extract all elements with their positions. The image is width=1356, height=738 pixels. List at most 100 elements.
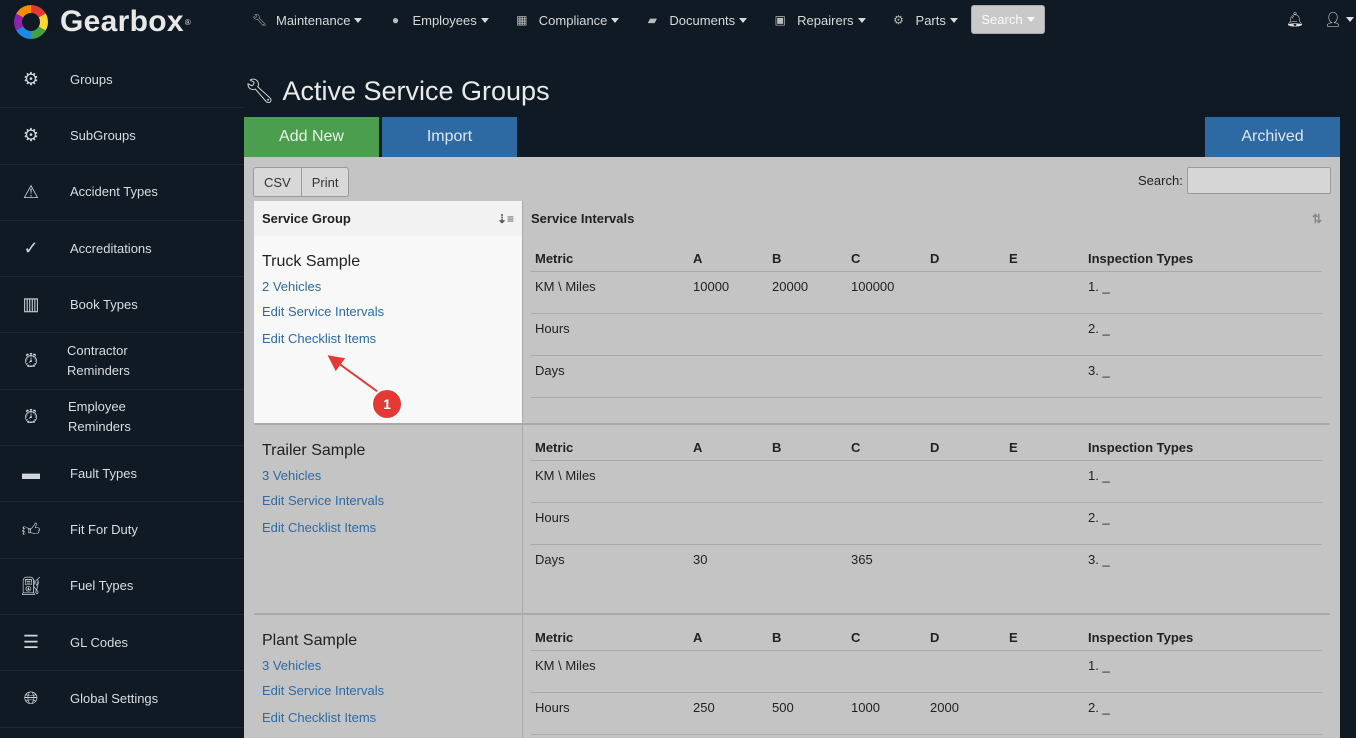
car-battery-icon: ▬ bbox=[22, 463, 40, 484]
inspection-type-cell: 2. _ bbox=[1088, 700, 1110, 715]
sidebar-item-global-settings[interactable]: 🌐︎ Global Settings bbox=[0, 671, 244, 728]
service-intervals-cell: Metric A B C D E Inspection Types KM \ M… bbox=[523, 425, 1330, 613]
nav-documents[interactable]: ▰ Documents bbox=[645, 13, 748, 28]
import-button[interactable]: Import bbox=[382, 117, 517, 157]
nav-parts[interactable]: ⚙︎ Parts bbox=[892, 13, 958, 28]
export-button-group: CSV Print bbox=[253, 167, 350, 197]
vehicles-link[interactable]: 3 Vehicles bbox=[262, 656, 514, 676]
vehicles-link[interactable]: 2 Vehicles bbox=[262, 277, 514, 297]
metric-cell: KM \ Miles bbox=[535, 279, 596, 294]
add-new-button[interactable]: Add New bbox=[244, 117, 379, 157]
edit-service-intervals-link[interactable]: Edit Service Intervals bbox=[262, 491, 514, 511]
sidebar-item-label: Contractor Reminders bbox=[67, 343, 130, 379]
vehicles-link[interactable]: 3 Vehicles bbox=[262, 466, 514, 486]
global-search-button[interactable]: Search bbox=[971, 5, 1045, 34]
interval-row: Hours 250 500 1000 2000 2. _ bbox=[531, 693, 1322, 735]
gearbox-logo-mark bbox=[14, 5, 48, 39]
nav-employees-label: Employees bbox=[412, 12, 477, 28]
sidebar-item-label: GL Codes bbox=[70, 634, 129, 650]
metric-cell: Days bbox=[535, 363, 565, 378]
d-header: D bbox=[930, 440, 940, 455]
table-row: Truck Sample 2 Vehicles Edit Service Int… bbox=[254, 236, 1330, 425]
user-icon: 👤︎ bbox=[1324, 11, 1342, 27]
metric-cell: KM \ Miles bbox=[535, 658, 596, 673]
gearbox-logo[interactable]: Gearbox ® bbox=[14, 5, 191, 39]
sidebar-item-book-types[interactable]: ▥ Book Types bbox=[0, 277, 244, 334]
list-alt-icon: ☰ bbox=[22, 632, 40, 653]
thumbs-up-icon: 👍︎ bbox=[21, 520, 41, 541]
edit-checklist-items-link[interactable]: Edit Checklist Items bbox=[262, 708, 514, 728]
interval-row: KM \ Miles 1. _ bbox=[531, 461, 1322, 503]
table-search-input[interactable] bbox=[1187, 167, 1331, 194]
service-group-name: Truck Sample bbox=[262, 253, 361, 270]
interval-row: Hours 2. _ bbox=[531, 314, 1322, 356]
inspection-type-cell: 2. _ bbox=[1088, 510, 1110, 525]
sidebar-item-subgroups[interactable]: ⚙︎ SubGroups bbox=[0, 108, 244, 165]
metric-cell: Days bbox=[535, 552, 565, 567]
edit-checklist-items-link[interactable]: Edit Checklist Items bbox=[262, 518, 514, 538]
user-circle-icon: ● bbox=[391, 13, 400, 27]
a-cell: 30 bbox=[693, 552, 708, 567]
service-intervals-cell: Metric A B C D E Inspection Types KM \ M… bbox=[523, 236, 1330, 423]
page-title: 🔧︎ Active Service Groups bbox=[244, 76, 550, 107]
print-button[interactable]: Print bbox=[300, 168, 349, 196]
sidebar-item-groups[interactable]: ⚙︎ Groups bbox=[0, 52, 244, 109]
sidebar-item-label: SubGroups bbox=[70, 127, 136, 143]
b-cell: 500 bbox=[772, 700, 794, 715]
warning-icon: ⚠︎ bbox=[22, 181, 40, 202]
c-cell: 365 bbox=[851, 552, 873, 567]
service-groups-table: Service Group ⇣≡ Service Intervals ⇅ Tru… bbox=[254, 201, 1330, 738]
edit-service-intervals-link[interactable]: Edit Service Intervals bbox=[262, 681, 514, 701]
sidebar-item-fuel-types[interactable]: ⛽︎ Fuel Types bbox=[0, 559, 244, 615]
c-header: C bbox=[851, 251, 861, 266]
csv-button[interactable]: CSV bbox=[254, 168, 301, 196]
interval-row: Days 30 365 3. _ bbox=[531, 545, 1322, 587]
metric-cell: KM \ Miles bbox=[535, 468, 596, 483]
a-header: A bbox=[693, 440, 703, 455]
gear-icon: ⚙︎ bbox=[893, 13, 904, 27]
inspection-types-header: Inspection Types bbox=[1088, 630, 1194, 645]
sidebar-item-employee-reminders[interactable]: ⏰︎ Employee Reminders bbox=[0, 390, 244, 447]
sidebar-item-label: Fault Types bbox=[70, 465, 137, 481]
sidebar-item-label: Accreditations bbox=[70, 240, 152, 256]
d-header: D bbox=[930, 630, 940, 645]
nav-employees[interactable]: ● Employees bbox=[388, 12, 489, 28]
top-navbar: Gearbox ® 🔧︎ Maintenance ● Employees ▦ C… bbox=[0, 0, 1356, 44]
address-book-icon: ▣ bbox=[774, 13, 786, 27]
sidebar-item-label: Book Types bbox=[70, 296, 138, 312]
nav-repairers[interactable]: ▣ Repairers bbox=[773, 12, 866, 28]
nav-maintenance-label: Maintenance bbox=[276, 12, 351, 28]
caret-down-icon bbox=[949, 17, 958, 23]
user-menu[interactable]: 👤︎ bbox=[1324, 11, 1354, 28]
e-header: E bbox=[1009, 630, 1018, 645]
caret-down-icon bbox=[354, 17, 363, 23]
c-cell: 100000 bbox=[851, 279, 895, 294]
table-search-label: Search: bbox=[1138, 173, 1183, 188]
sidebar-item-gl-codes[interactable]: ☰ GL Codes bbox=[0, 615, 244, 672]
calendar-check-icon: ▦ bbox=[516, 13, 528, 27]
nav-repairers-label: Repairers bbox=[797, 12, 854, 28]
metric-header: Metric bbox=[535, 251, 574, 266]
interval-row: KM \ Miles 10000 20000 100000 1. _ bbox=[531, 272, 1322, 314]
col-header-service-group-label: Service Group bbox=[262, 211, 351, 226]
intervals-header-row: Metric A B C D E Inspection Types bbox=[531, 622, 1322, 651]
bell-icon[interactable]: 🔔︎ bbox=[1286, 11, 1304, 28]
nav-compliance-label: Compliance bbox=[538, 12, 608, 28]
col-header-service-group[interactable]: Service Group ⇣≡ bbox=[254, 201, 523, 236]
intervals-header-row: Metric A B C D E Inspection Types bbox=[531, 243, 1322, 272]
sidebar-item-accreditations[interactable]: ✓ Accreditations bbox=[0, 221, 244, 278]
sidebar-item-fit-for-duty[interactable]: 👍︎ Fit For Duty bbox=[0, 502, 244, 559]
c-header: C bbox=[851, 440, 861, 455]
archived-button[interactable]: Archived bbox=[1205, 117, 1340, 157]
interval-row: Hours 2. _ bbox=[531, 503, 1322, 545]
edit-service-intervals-link[interactable]: Edit Service Intervals bbox=[262, 302, 514, 322]
d-cell: 2000 bbox=[930, 700, 959, 715]
sidebar-item-accident-types[interactable]: ⚠︎ Accident Types bbox=[0, 165, 244, 221]
nav-compliance[interactable]: ▦ Compliance bbox=[515, 13, 620, 28]
sidebar-item-fault-types[interactable]: ▬ Fault Types bbox=[0, 446, 244, 503]
nav-maintenance[interactable]: 🔧︎ Maintenance bbox=[252, 12, 363, 28]
sidebar-item-contractor-reminders[interactable]: ⏰︎ Contractor Reminders bbox=[0, 333, 244, 390]
col-header-service-intervals[interactable]: Service Intervals ⇅ bbox=[523, 201, 1330, 236]
books-icon: ▥ bbox=[22, 294, 40, 315]
inspection-type-cell: 1. _ bbox=[1088, 658, 1110, 673]
